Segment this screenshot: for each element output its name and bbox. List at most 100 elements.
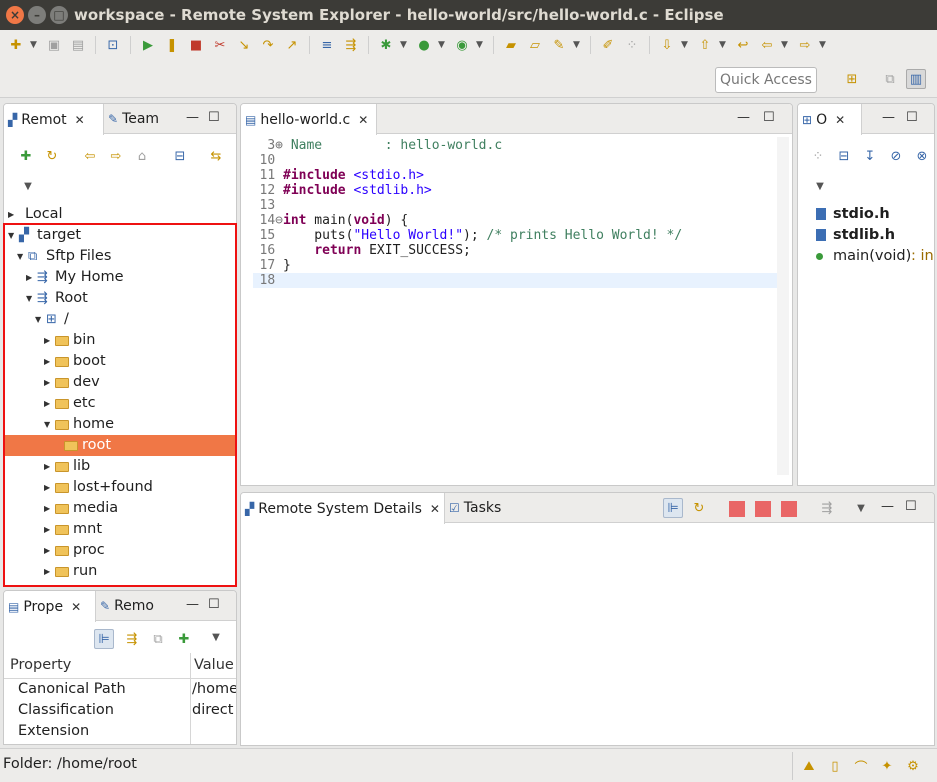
refresh-details-icon[interactable]: ↻ — [689, 498, 709, 518]
show-advanced-icon[interactable]: ⇶ — [122, 629, 142, 649]
code-line[interactable]: 17 } — [253, 258, 777, 273]
tab-tasks[interactable]: ☑ Tasks — [445, 493, 505, 523]
next-annotation-dropdown-icon[interactable]: ▼ — [681, 40, 691, 50]
close-tab-icon[interactable]: ✕ — [75, 105, 85, 135]
forward-dropdown-icon[interactable]: ▼ — [819, 40, 829, 50]
disconnect-icon[interactable]: ✂ — [210, 35, 230, 55]
stop-icon[interactable] — [755, 501, 771, 517]
run-dropdown-icon[interactable]: ▼ — [438, 40, 448, 50]
run-icon[interactable]: ● — [414, 35, 434, 55]
maximize-view-icon[interactable]: ☐ — [905, 499, 917, 514]
minimize-view-icon[interactable]: — — [881, 499, 894, 514]
expand-arrow-icon[interactable]: ▶ — [44, 351, 50, 372]
expand-arrow-icon[interactable]: ▶ — [26, 267, 32, 288]
window-close-button[interactable]: × — [6, 6, 24, 24]
code-line[interactable]: 10 — [253, 153, 777, 168]
collapse-arrow-icon[interactable]: ▼ — [35, 309, 41, 330]
new-dropdown-icon[interactable]: ▼ — [30, 40, 40, 50]
tree-item[interactable]: ▶ media — [4, 498, 236, 519]
collapse-arrow-icon[interactable]: ▼ — [44, 414, 50, 435]
quick-access-field[interactable]: Quick Access — [715, 67, 817, 93]
tree-item[interactable]: ▶ mnt — [4, 519, 236, 540]
tree-item[interactable]: ▶ Local — [4, 204, 236, 225]
code-line[interactable]: 15 puts("Hello World!"); /* prints Hello… — [253, 228, 777, 243]
close-tab-icon[interactable]: ✕ — [430, 494, 440, 524]
hide-static-icon[interactable]: ⊗ — [912, 146, 932, 166]
hat-icon[interactable]: ⌒ — [851, 756, 871, 776]
step-over-icon[interactable]: ↷ — [258, 35, 278, 55]
suspend-icon[interactable]: ❚ — [162, 35, 182, 55]
tab-team[interactable]: ✎ Team — [104, 104, 163, 134]
code-line[interactable]: 3⊕ Name : hello-world.c — [253, 138, 777, 153]
expand-arrow-icon[interactable]: ▶ — [44, 519, 50, 540]
tree-item[interactable]: root — [4, 435, 236, 456]
tree-item[interactable]: ▶ dev — [4, 372, 236, 393]
column-header-value[interactable]: Value — [194, 657, 234, 673]
code-line[interactable]: 11 #include <stdio.h> — [253, 168, 777, 183]
code-area[interactable]: 3⊕ Name : hello-world.c 10 11 #include <s… — [253, 137, 777, 475]
last-edit-icon[interactable]: ↩ — [733, 35, 753, 55]
code-line[interactable]: 12 #include <stdlib.h> — [253, 183, 777, 198]
open-type-icon[interactable]: ▱ — [525, 35, 545, 55]
maximize-view-icon[interactable]: ☐ — [763, 110, 775, 125]
tab-outline[interactable]: ⊞ O ✕ — [798, 104, 862, 135]
tree-item[interactable]: ▼ home — [4, 414, 236, 435]
stop-icon[interactable] — [729, 501, 745, 517]
window-maximize-button[interactable]: □ — [50, 6, 68, 24]
expand-arrow-icon[interactable]: ▶ — [44, 561, 50, 582]
show-categories-icon[interactable]: ⊫ — [94, 629, 114, 649]
search-dropdown-icon[interactable]: ▼ — [573, 40, 583, 50]
tree-item[interactable]: ▶ ⇶ My Home — [4, 267, 236, 288]
view-menu-icon[interactable]: ▼ — [810, 176, 830, 196]
resume-icon[interactable]: ▶ — [138, 35, 158, 55]
expand-arrow-icon[interactable]: ▶ — [8, 204, 14, 225]
save-all-icon[interactable]: ▤ — [68, 35, 88, 55]
tree-item[interactable]: ▶ run — [4, 561, 236, 582]
open-folder-icon[interactable]: ▰ — [501, 35, 521, 55]
minimize-view-icon[interactable]: — — [186, 110, 199, 125]
maximize-view-icon[interactable]: ☐ — [208, 110, 220, 125]
c-perspective-icon[interactable]: ⧉ — [880, 69, 900, 89]
window-minimize-button[interactable]: – — [28, 6, 46, 24]
tab-remote-system-details[interactable]: ▞ Remote System Details ✕ — [241, 493, 445, 524]
code-line[interactable]: 18 — [253, 273, 777, 288]
forward-icon[interactable]: ⇨ — [795, 35, 815, 55]
view-menu-icon[interactable]: ▼ — [206, 627, 226, 647]
show-details-icon[interactable]: ⊫ — [663, 498, 683, 518]
expand-arrow-icon[interactable]: ▶ — [44, 393, 50, 414]
tab-hello-world-c[interactable]: ▤ hello-world.c ✕ — [241, 104, 377, 135]
tree-item[interactable]: ▶ etc — [4, 393, 236, 414]
refresh-icon[interactable]: ↻ — [42, 146, 62, 166]
view-menu-icon[interactable]: ▼ — [851, 498, 871, 518]
collapse-arrow-icon[interactable]: ▼ — [8, 225, 14, 246]
collapse-arrow-icon[interactable]: ▼ — [17, 246, 23, 267]
terminate-icon[interactable]: ■ — [186, 35, 206, 55]
prev-annotation-icon[interactable]: ⇧ — [695, 35, 715, 55]
debug-icon[interactable]: ✱ — [376, 35, 396, 55]
use-step-filters-icon[interactable]: ⇶ — [341, 35, 361, 55]
tree-item[interactable]: ▶ lib — [4, 456, 236, 477]
expand-arrow-icon[interactable]: ▶ — [44, 477, 50, 498]
next-annotation-icon[interactable]: ⇩ — [657, 35, 677, 55]
new-properties-view-icon[interactable]: ✚ — [174, 629, 194, 649]
expand-arrow-icon[interactable]: ▶ — [44, 498, 50, 519]
expand-arrow-icon[interactable]: ▶ — [44, 456, 50, 477]
forward-nav-icon[interactable]: ⇨ — [106, 146, 126, 166]
back-icon[interactable]: ⇦ — [757, 35, 777, 55]
minimize-view-icon[interactable]: — — [882, 110, 895, 125]
property-row[interactable]: Classification direct — [4, 700, 236, 721]
minimize-view-icon[interactable]: — — [186, 597, 199, 612]
close-tab-icon[interactable]: ✕ — [358, 105, 368, 135]
debug-dropdown-icon[interactable]: ▼ — [400, 40, 410, 50]
new-icon[interactable]: ✚ — [6, 35, 26, 55]
close-tab-icon[interactable]: ✕ — [71, 592, 81, 622]
close-tab-icon[interactable]: ✕ — [835, 105, 845, 135]
code-line[interactable]: 14⊖ int main(void) { — [253, 213, 777, 228]
tab-properties[interactable]: ▤ Prope ✕ — [4, 591, 96, 622]
show-whitespace-icon[interactable]: ⁘ — [622, 35, 642, 55]
editor-scrollbar[interactable] — [777, 137, 789, 475]
settings-icon[interactable]: ⚙ — [903, 756, 923, 776]
code-line[interactable]: 13 — [253, 198, 777, 213]
step-return-icon[interactable]: ↗ — [282, 35, 302, 55]
minimize-view-icon[interactable]: — — [737, 110, 750, 125]
